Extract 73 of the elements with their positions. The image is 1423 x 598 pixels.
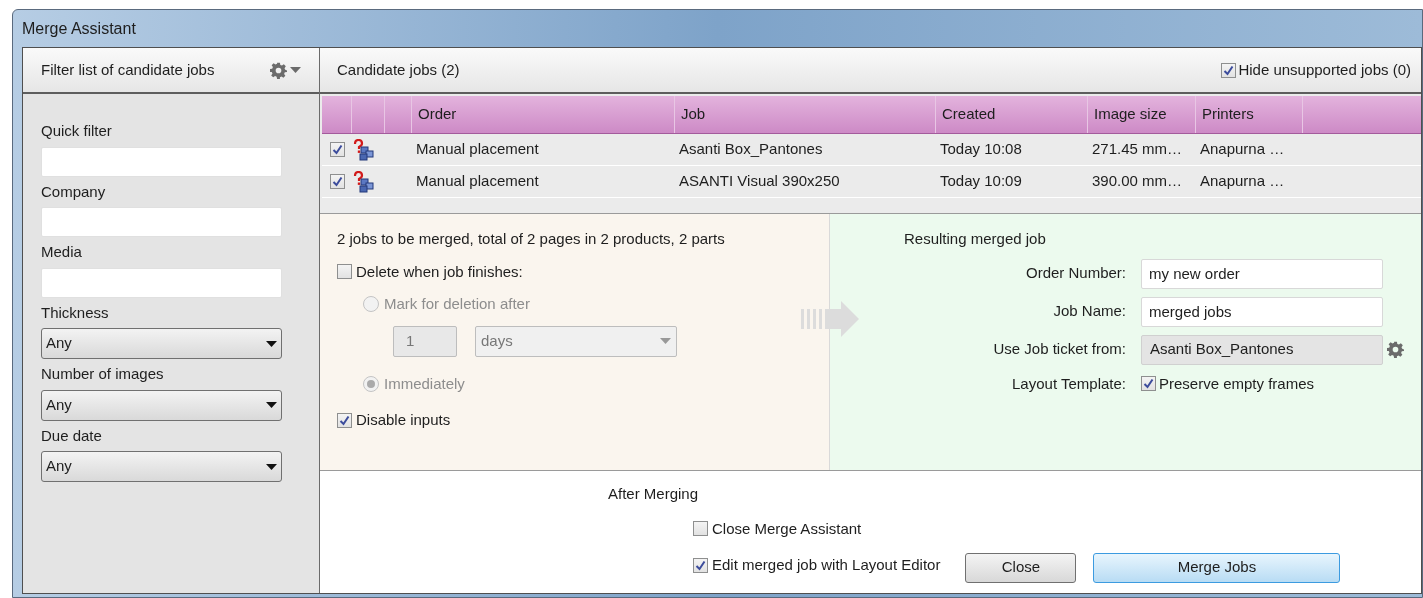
text-field[interactable]: my new order (1141, 258, 1383, 289)
text-field[interactable]: merged jobs (1141, 296, 1383, 327)
summary-text: 2 jobs to be merged, total of 2 pages in 2 products, 2 parts (337, 229, 726, 249)
caret-icon (266, 402, 277, 408)
table-cell-text: Manual placement (415, 139, 540, 160)
hide-unsupported-checkbox[interactable] (1221, 62, 1237, 78)
days-count-field[interactable]: 1 (393, 325, 457, 357)
checkbox-label: Edit merged job with Layout Editor (712, 555, 941, 575)
section-title: After Merging (608, 484, 700, 504)
window-title: Merge Assistant (22, 18, 136, 39)
table-cell-text: Today 10:08 (939, 139, 1023, 160)
filter-label: Company (41, 181, 107, 202)
dialog-button[interactable]: Close (965, 552, 1077, 583)
settings-icon (270, 61, 287, 79)
preserve-frames-checkbox[interactable] (1141, 376, 1156, 392)
row-checkbox[interactable] (329, 142, 345, 157)
table-cell-text: Asanti Box_Pantones (678, 139, 824, 160)
settings-menu-button[interactable] (270, 61, 301, 79)
column-header[interactable]: Created (936, 96, 1088, 133)
table-cell-text: Anapurna … (1199, 171, 1286, 192)
field-label: Order Number: (1024, 263, 1127, 284)
unit-dropdown[interactable]: days (475, 325, 677, 357)
checkbox-label: Preserve empty frames (1159, 373, 1315, 394)
radio-label: Immediately (384, 373, 465, 394)
delete-checkbox[interactable] (337, 264, 352, 280)
filter-dropdown[interactable]: Any (41, 389, 282, 421)
disable-inputs-checkbox[interactable] (337, 412, 352, 428)
filter-label: Quick filter (41, 121, 113, 141)
checkbox-label: Close Merge Assistant (712, 518, 862, 539)
candidates-title: Candidate jobs (2) (337, 59, 460, 80)
filter-dropdown[interactable]: Any (41, 328, 282, 359)
filter-title: Filter list of candidate jobs (41, 59, 215, 80)
dropdown-value: Any (46, 333, 72, 354)
unknown-job-icon (352, 138, 376, 161)
filter-input[interactable] (41, 267, 282, 298)
option-checkbox[interactable] (693, 557, 708, 573)
caret-icon (290, 67, 301, 73)
option-checkbox[interactable] (693, 521, 708, 537)
checkbox-label: Disable inputs (356, 410, 451, 430)
filter-input[interactable] (41, 146, 282, 177)
table-cell-text: ASANTI Visual 390x250 (678, 171, 841, 192)
checkbox-label: Delete when job finishes: (356, 261, 523, 282)
dialog-button[interactable]: Merge Jobs (1093, 552, 1341, 583)
caret-icon (266, 340, 277, 347)
settings-icon (1387, 341, 1404, 358)
field-label: Layout Template: (1011, 373, 1127, 394)
table-cell-text: 390.00 mm… (1091, 171, 1184, 192)
column-header[interactable]: Job (675, 96, 936, 133)
filter-label: Number of images (41, 364, 165, 384)
column-header[interactable]: Image size (1088, 96, 1196, 133)
radio-label: Mark for deletion after (384, 294, 530, 314)
filter-label: Due date (41, 425, 103, 446)
caret-icon (660, 338, 671, 344)
row-checkbox[interactable] (329, 174, 345, 189)
field-label: Job Name: (1052, 301, 1127, 322)
field-label: Use Job ticket from: (992, 339, 1127, 360)
column-header[interactable]: Printers (1196, 96, 1303, 133)
filter-input[interactable] (41, 207, 282, 237)
filter-label: Thickness (41, 302, 110, 323)
dropdown-value: Any (46, 456, 72, 477)
table-cell-text: 271.45 mm… (1091, 139, 1184, 160)
column-header[interactable]: Order (412, 96, 675, 133)
filter-dropdown[interactable]: Any (41, 451, 282, 482)
table-cell-text: Anapurna … (1199, 139, 1286, 160)
table-cell-text: Today 10:09 (939, 171, 1023, 192)
unknown-job-icon (352, 170, 376, 193)
result-title: Resulting merged job (904, 229, 1047, 249)
checkbox-label: Hide unsupported jobs (0) (1238, 59, 1411, 80)
table-cell-text: Manual placement (415, 171, 540, 192)
dropdown-value: Any (46, 394, 72, 415)
readonly-field: Asanti Box_Pantones (1141, 334, 1383, 365)
filter-label: Media (41, 242, 83, 262)
caret-icon (266, 463, 277, 470)
